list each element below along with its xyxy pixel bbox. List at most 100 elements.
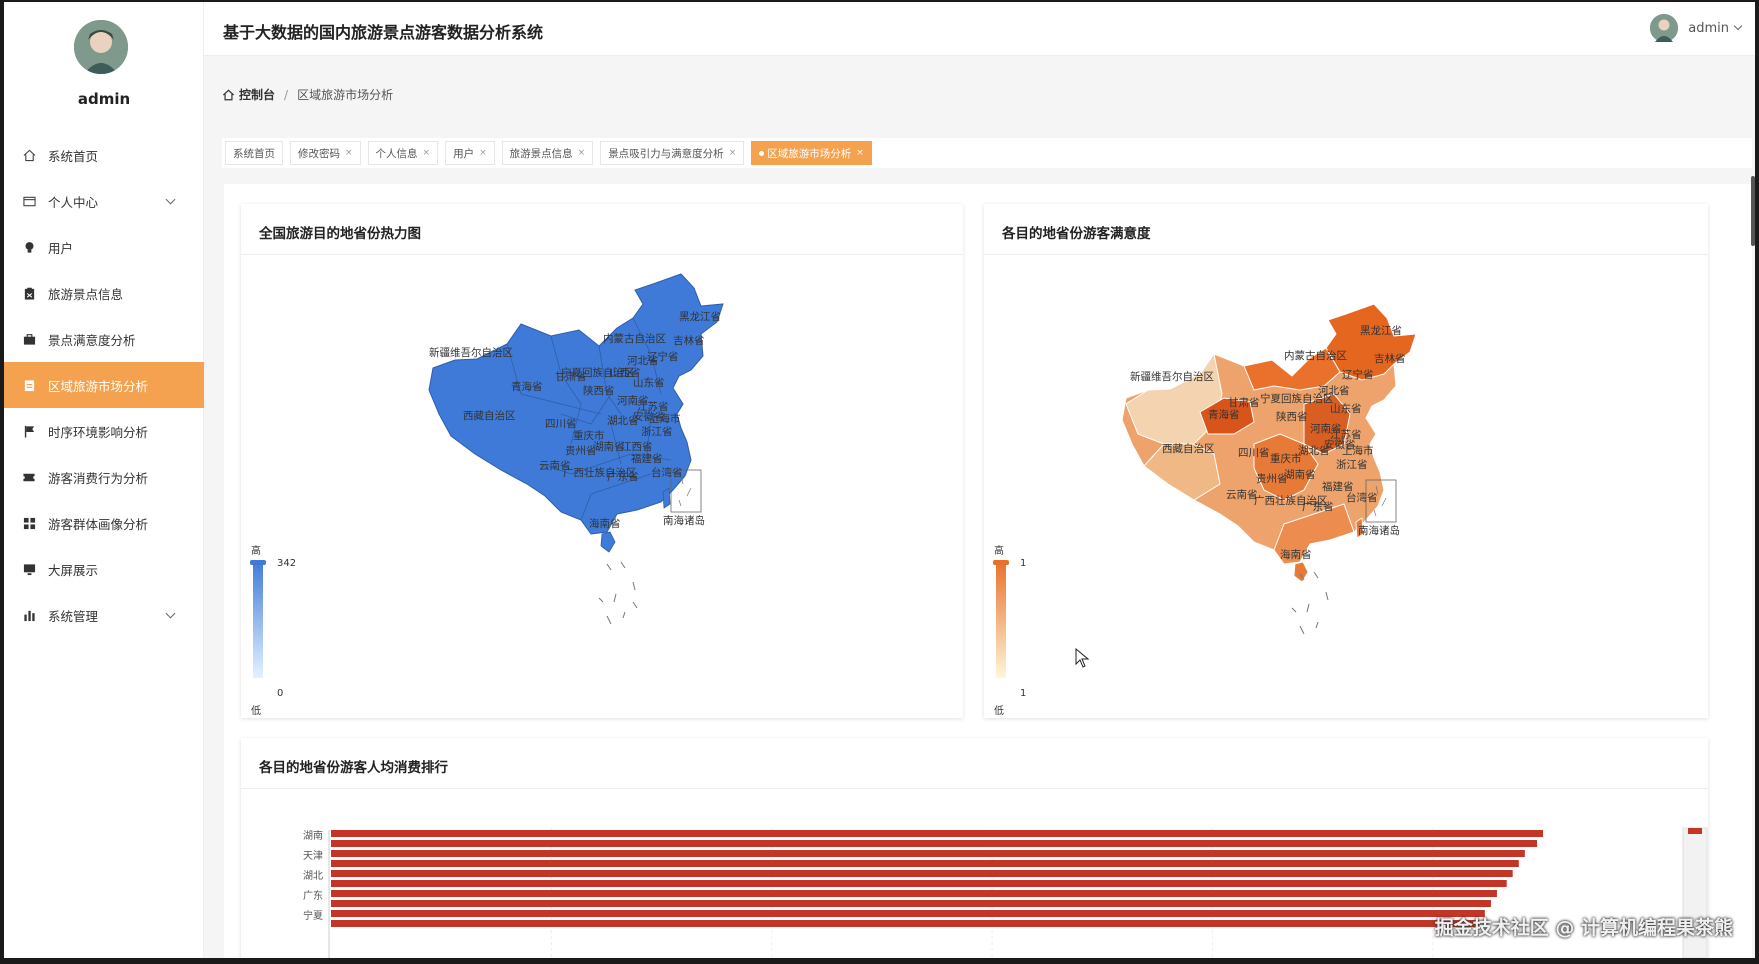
region-label: 内蒙古自治区 xyxy=(603,332,666,345)
card-divider xyxy=(241,788,1708,789)
tab-attraction-satisfaction[interactable]: 景点吸引力与满意度分析 × xyxy=(600,141,745,165)
tab-attractions[interactable]: 旅游景点信息 × xyxy=(501,141,594,165)
tab-home[interactable]: 系统首页 xyxy=(225,141,283,165)
tab-change-password[interactable]: 修改密码 × xyxy=(290,141,361,165)
bar-广东[interactable] xyxy=(331,890,1497,897)
bar-广东[interactable] xyxy=(331,900,1491,907)
sidebar-item-system[interactable]: 系统管理 xyxy=(4,592,204,638)
breadcrumb-separator: / xyxy=(284,87,289,102)
region-label: 山东省 xyxy=(633,376,665,389)
visual-map-max: 342 xyxy=(277,558,297,569)
sidebar-item-users[interactable]: 用户 xyxy=(4,224,204,270)
y-tick-label: 广东 xyxy=(303,889,323,902)
card-title: 各目的地省份游客人均消费排行 xyxy=(259,760,448,776)
close-icon[interactable]: × xyxy=(479,148,487,158)
region-label: 四川省 xyxy=(545,417,577,430)
region-label: 江西省 xyxy=(621,440,653,453)
bar-湖北[interactable] xyxy=(331,880,1507,887)
sidebar-menu: 系统首页 个人中心 用户 旅游景点信息 景点满意度分析 区域旅游市场分析 时序环… xyxy=(4,132,204,638)
region-label: 四川省 xyxy=(1238,446,1270,459)
region-label: 南海诸岛 xyxy=(1358,524,1400,537)
home-icon xyxy=(22,148,36,162)
close-icon[interactable]: × xyxy=(423,148,431,158)
visual-map-handle[interactable] xyxy=(993,560,1009,565)
region-label: 河北省 xyxy=(1318,384,1350,397)
sidebar-avatar[interactable] xyxy=(74,20,128,74)
tab-regional-market[interactable]: 区域旅游市场分析 × xyxy=(751,141,872,165)
sidebar-item-consumption[interactable]: 游客消费行为分析 xyxy=(4,454,204,500)
bar-宁夏[interactable] xyxy=(331,920,1479,927)
region-label: 南海诸岛 xyxy=(663,514,705,527)
region-label: 浙江省 xyxy=(1336,458,1368,471)
sidebar-item-personal-center[interactable]: 个人中心 xyxy=(4,178,204,224)
bar-宁夏[interactable] xyxy=(331,910,1485,917)
region-label: 贵州省 xyxy=(1256,472,1288,485)
visual-map-min: 1 xyxy=(1020,688,1027,699)
region-label: 西藏自治区 xyxy=(1162,442,1215,455)
tab-label: 个人信息 xyxy=(375,147,418,160)
tab-label: 系统首页 xyxy=(233,147,275,160)
visual-map-low-label: 低 xyxy=(251,706,261,717)
monitor-icon xyxy=(22,562,36,576)
region-label: 海南省 xyxy=(589,517,621,530)
header-username: admin xyxy=(1688,20,1729,36)
bar-天津[interactable] xyxy=(331,850,1525,857)
chevron-down-icon xyxy=(165,194,176,205)
mouse-cursor-icon xyxy=(1075,648,1089,668)
region-label: 黑龙江省 xyxy=(1360,324,1402,337)
sidebar-item-home[interactable]: 系统首页 xyxy=(4,132,204,178)
tab-label: 景点吸引力与满意度分析 xyxy=(608,147,724,160)
sidebar-item-portrait[interactable]: 游客群体画像分析 xyxy=(4,500,204,546)
tab-label: 用户 xyxy=(453,147,475,160)
card-divider xyxy=(241,254,963,255)
close-icon[interactable]: × xyxy=(578,148,586,158)
region-label: 西藏自治区 xyxy=(463,409,516,422)
card-title: 全国旅游目的地省份热力图 xyxy=(259,226,421,242)
chevron-down-icon xyxy=(1733,21,1743,31)
region-label: 陕西省 xyxy=(583,384,615,397)
close-icon[interactable]: × xyxy=(729,148,737,158)
breadcrumb-home-label: 控制台 xyxy=(239,88,276,102)
tab-users[interactable]: 用户 × xyxy=(445,141,495,165)
close-icon[interactable]: × xyxy=(856,148,864,158)
region-label: 广东省 xyxy=(1302,500,1334,513)
visual-map-handle[interactable] xyxy=(250,560,266,565)
satisfaction-card: 各目的地省份游客满意度 高 1 1 低 黑龙江省 吉林省 内蒙古自治区 辽宁省 … xyxy=(984,204,1708,718)
profile-card-icon xyxy=(22,194,36,208)
region-label: 上海市 xyxy=(1342,444,1374,457)
bulb-icon xyxy=(22,240,36,254)
bar-湖南[interactable] xyxy=(331,840,1537,847)
sidebar-item-label: 景点满意度分析 xyxy=(48,332,136,348)
region-label: 吉林省 xyxy=(1374,352,1406,365)
region-label: 新疆维吾尔自治区 xyxy=(429,346,513,359)
visual-map-min: 0 xyxy=(277,688,284,699)
sidebar-item-time-env[interactable]: 时序环境影响分析 xyxy=(4,408,204,454)
visual-map-bar[interactable] xyxy=(996,560,1006,678)
breadcrumb-home[interactable]: 控制台 xyxy=(222,86,275,103)
app-title: 基于大数据的国内旅游景点游客数据分析系统 xyxy=(223,23,544,42)
sidebar-item-bigscreen[interactable]: 大屏展示 xyxy=(4,546,204,592)
sidebar-item-satisfaction[interactable]: 景点满意度分析 xyxy=(4,316,204,362)
china-heatmap[interactable]: 黑龙江省 吉林省 内蒙古自治区 辽宁省 新疆维吾尔自治区 青海省 甘肃省 宁夏回… xyxy=(411,264,791,684)
region-label: 青海省 xyxy=(511,380,543,393)
china-satisfaction-map[interactable]: 黑龙江省 吉林省 内蒙古自治区 辽宁省 新疆维吾尔自治区 青海省 甘肃省 宁夏回… xyxy=(1104,294,1484,714)
y-tick-label: 湖北 xyxy=(303,870,323,882)
card-divider xyxy=(984,254,1708,255)
sidebar-item-attractions[interactable]: 旅游景点信息 xyxy=(4,270,204,316)
bar-湖北[interactable] xyxy=(331,870,1513,877)
tab-personal-info[interactable]: 个人信息 × xyxy=(367,141,439,165)
page-scrollbar[interactable] xyxy=(1751,176,1755,246)
user-menu[interactable]: admin xyxy=(1650,14,1743,42)
tab-label: 区域旅游市场分析 xyxy=(767,147,852,160)
zoom-slider-handle[interactable] xyxy=(1688,828,1702,834)
sidebar-item-regional-market[interactable]: 区域旅游市场分析 xyxy=(4,362,204,408)
bar-湖南[interactable] xyxy=(331,830,1543,837)
heatmap-card: 全国旅游目的地省份热力图 高 342 0 低 黑龙江省 吉林省 内蒙古自治区 辽… xyxy=(241,204,963,718)
visual-map-bar[interactable] xyxy=(253,560,263,678)
close-icon[interactable]: × xyxy=(345,148,353,158)
bar-series: 湖南天津湖北广东宁夏 xyxy=(303,829,1543,927)
bar-天津[interactable] xyxy=(331,860,1519,867)
document-icon xyxy=(22,378,36,392)
region-label: 新疆维吾尔自治区 xyxy=(1130,370,1214,383)
region-label: 台湾省 xyxy=(651,466,683,479)
